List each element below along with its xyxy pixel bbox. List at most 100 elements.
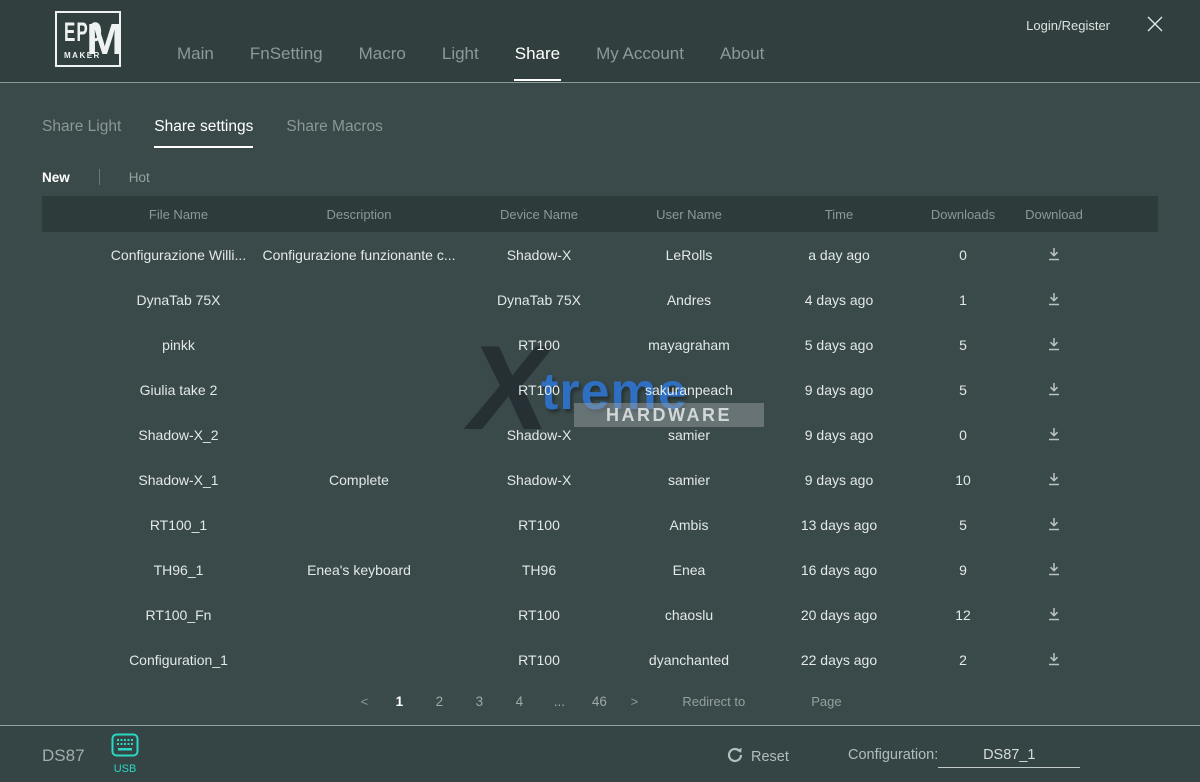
table-row[interactable]: pinkk RT100 mayagraham 5 days ago 5 — [42, 322, 1158, 367]
download-icon[interactable] — [1044, 605, 1064, 624]
cell-file-name: Shadow-X_2 — [42, 412, 253, 457]
column-header-file-name: File Name — [42, 196, 253, 232]
table-row[interactable]: TH96_1 Enea's keyboard TH96 Enea 16 days… — [42, 547, 1158, 592]
cell-user-name: samier — [613, 457, 765, 502]
top-bar: EPO M MAKER MainFnSettingMacroLightShare… — [0, 0, 1200, 83]
cell-time: 9 days ago — [765, 457, 913, 502]
cell-download — [1013, 412, 1095, 457]
tab-share-settings[interactable]: Share settings — [154, 118, 253, 136]
nav-item-light[interactable]: Light — [442, 44, 479, 64]
cell-downloads: 5 — [913, 367, 1013, 412]
login-register-link[interactable]: Login/Register — [1026, 18, 1110, 33]
cell-download — [1013, 502, 1095, 547]
redirect-to-label: Redirect to — [682, 694, 745, 709]
table-row[interactable]: Configurazione Willi... Configurazione f… — [42, 232, 1158, 277]
cell-downloads: 12 — [913, 592, 1013, 637]
filter-hot[interactable]: Hot — [129, 170, 150, 185]
cell-description: Configurazione funzionante c... — [253, 232, 465, 277]
table-row[interactable]: RT100_1 RT100 Ambis 13 days ago 5 — [42, 502, 1158, 547]
cell-device-name: RT100 — [465, 322, 613, 367]
pagination-page-1[interactable]: 1 — [388, 694, 410, 709]
page-label: Page — [811, 694, 841, 709]
download-icon[interactable] — [1044, 650, 1064, 669]
pagination-page-[interactable]: ... — [548, 694, 570, 709]
share-subtabs: Share Light Share settings Share Macros — [42, 118, 383, 136]
nav-item-macro[interactable]: Macro — [359, 44, 406, 64]
cell-file-name: Configuration_1 — [42, 637, 253, 682]
cell-downloads: 0 — [913, 412, 1013, 457]
download-icon[interactable] — [1044, 245, 1064, 264]
app-window: X treme HARDWARE EPO M MAKER MainFnSetti… — [0, 0, 1200, 782]
download-icon[interactable] — [1044, 290, 1064, 309]
cell-time: a day ago — [765, 232, 913, 277]
cell-description — [253, 637, 465, 682]
cell-download — [1013, 592, 1095, 637]
table-row[interactable]: Shadow-X_2 Shadow-X samier 9 days ago 0 — [42, 412, 1158, 457]
pagination-prev[interactable]: < — [358, 694, 370, 709]
close-icon[interactable] — [1146, 15, 1164, 33]
download-icon[interactable] — [1044, 515, 1064, 534]
cell-file-name: Giulia take 2 — [42, 367, 253, 412]
cell-user-name: sakuranpeach — [613, 367, 765, 412]
cell-description — [253, 502, 465, 547]
nav-item-fnsetting[interactable]: FnSetting — [250, 44, 323, 64]
cell-downloads: 9 — [913, 547, 1013, 592]
filter-new[interactable]: New — [42, 170, 70, 185]
cell-device-name: Shadow-X — [465, 457, 613, 502]
device-name-label: DS87 — [42, 746, 85, 766]
nav-item-share[interactable]: Share — [515, 44, 560, 64]
pagination-page-46[interactable]: 46 — [588, 694, 610, 709]
cell-description: Complete — [253, 457, 465, 502]
table-row[interactable]: DynaTab 75X DynaTab 75X Andres 4 days ag… — [42, 277, 1158, 322]
cell-description — [253, 592, 465, 637]
download-icon[interactable] — [1044, 380, 1064, 399]
cell-device-name: DynaTab 75X — [465, 277, 613, 322]
cell-file-name: DynaTab 75X — [42, 277, 253, 322]
cell-download — [1013, 322, 1095, 367]
cell-time: 9 days ago — [765, 412, 913, 457]
nav-item-my-account[interactable]: My Account — [596, 44, 684, 64]
table-header-row: File NameDescriptionDevice NameUser Name… — [42, 196, 1158, 232]
cell-downloads: 5 — [913, 322, 1013, 367]
nav-item-about[interactable]: About — [720, 44, 764, 64]
pagination-page-4[interactable]: 4 — [508, 694, 530, 709]
cell-time: 16 days ago — [765, 547, 913, 592]
table-row[interactable]: Configuration_1 RT100 dyanchanted 22 day… — [42, 637, 1158, 682]
tab-share-light[interactable]: Share Light — [42, 118, 121, 136]
cell-file-name: RT100_Fn — [42, 592, 253, 637]
column-header-description: Description — [253, 196, 465, 232]
pagination-page-3[interactable]: 3 — [468, 694, 490, 709]
pagination-page-2[interactable]: 2 — [428, 694, 450, 709]
pagination-next[interactable]: > — [628, 694, 640, 709]
bottom-bar: DS87 USB Reset — [0, 725, 1200, 782]
cell-description — [253, 322, 465, 367]
cell-user-name: dyanchanted — [613, 637, 765, 682]
cell-user-name: Ambis — [613, 502, 765, 547]
column-header-downloads: Downloads — [913, 196, 1013, 232]
cell-download — [1013, 457, 1095, 502]
configuration-field: Configuration:DS87_1 — [848, 747, 1080, 768]
nav-item-main[interactable]: Main — [177, 44, 214, 64]
table-row[interactable]: Shadow-X_1 Complete Shadow-X samier 9 da… — [42, 457, 1158, 502]
cell-download — [1013, 547, 1095, 592]
cell-downloads: 5 — [913, 502, 1013, 547]
table-row[interactable]: Giulia take 2 RT100 sakuranpeach 9 days … — [42, 367, 1158, 412]
usb-connection-indicator[interactable]: USB — [110, 733, 140, 775]
cell-user-name: chaoslu — [613, 592, 765, 637]
download-icon[interactable] — [1044, 425, 1064, 444]
column-header-download: Download — [1013, 196, 1095, 232]
cell-downloads: 10 — [913, 457, 1013, 502]
cell-device-name: RT100 — [465, 367, 613, 412]
download-icon[interactable] — [1044, 335, 1064, 354]
table-row[interactable]: RT100_Fn RT100 chaoslu 20 days ago 12 — [42, 592, 1158, 637]
column-header-device-name: Device Name — [465, 196, 613, 232]
tab-share-macros[interactable]: Share Macros — [286, 118, 382, 136]
logo-maker-text: MAKER — [64, 51, 101, 60]
cell-time: 4 days ago — [765, 277, 913, 322]
reset-button[interactable]: Reset — [727, 747, 789, 767]
cell-description — [253, 277, 465, 322]
reset-refresh-icon — [727, 747, 743, 767]
download-icon[interactable] — [1044, 560, 1064, 579]
download-icon[interactable] — [1044, 470, 1064, 489]
configuration-name-input[interactable]: DS87_1 — [938, 747, 1080, 768]
